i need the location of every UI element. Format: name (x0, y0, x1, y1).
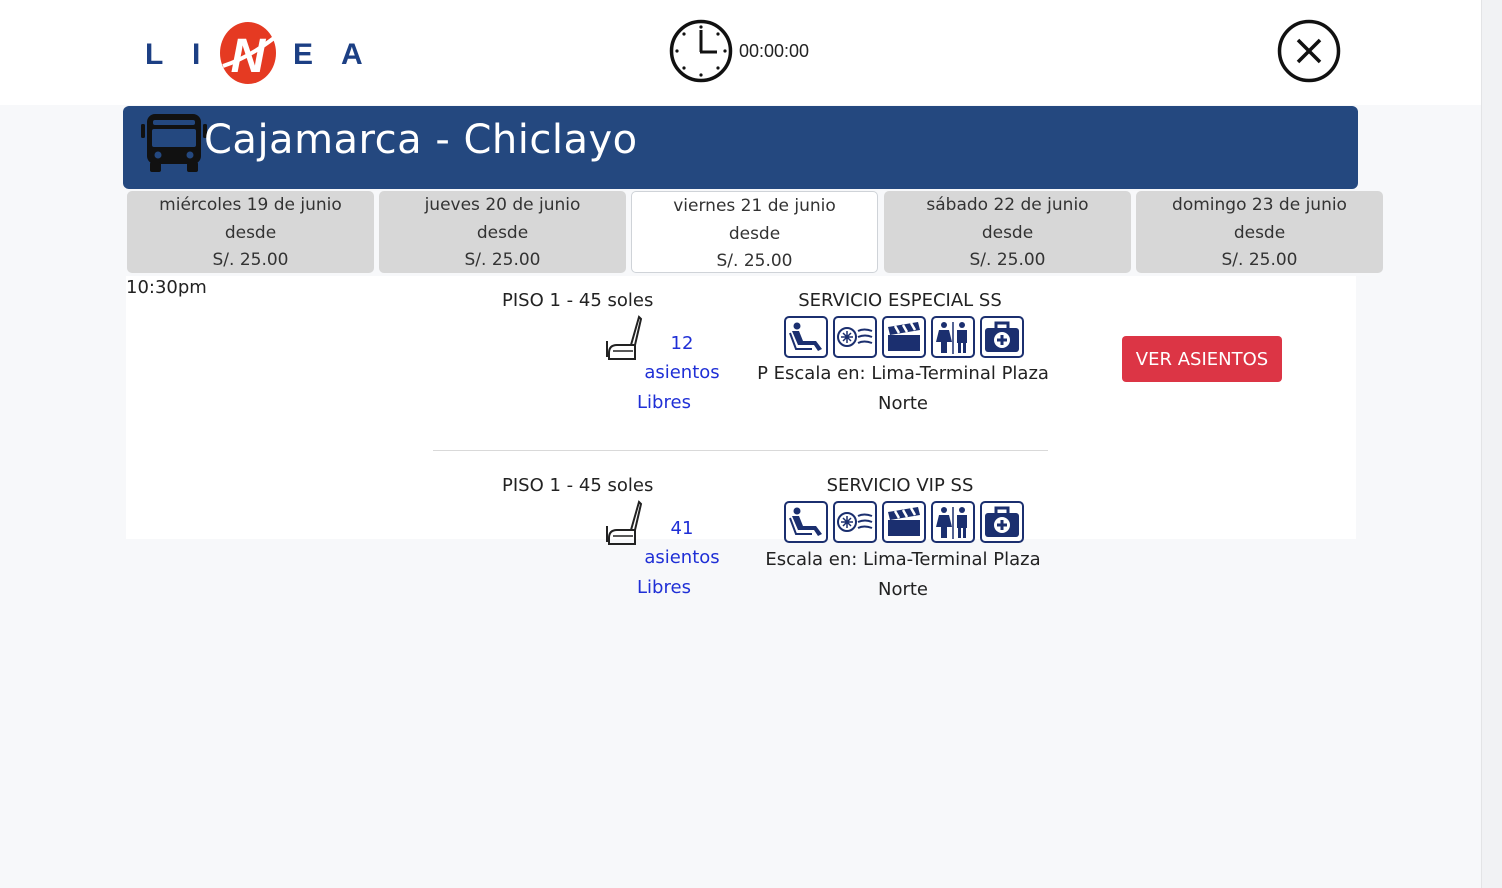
date-tab-day: jueves 20 de junio (424, 195, 581, 215)
seats-free-label: Libres (637, 392, 691, 413)
amenities-list (784, 316, 1024, 358)
date-tab-price: S/. 25.00 (969, 250, 1046, 270)
date-tab-from: desde (1233, 222, 1286, 243)
first-aid-kit-icon (980, 501, 1024, 543)
date-tab-day: sábado 22 de junio (926, 195, 1089, 215)
first-aid-kit-icon (980, 316, 1024, 358)
amenities-list (784, 501, 1024, 543)
reclining-seat-icon (784, 501, 828, 543)
movie-clapperboard-icon (882, 316, 926, 358)
date-tab-sun-23[interactable]: domingo 23 de junio desde S/. 25.00 (1136, 191, 1383, 273)
date-tab-day: domingo 23 de junio (1172, 195, 1347, 215)
seats-word: asientos (644, 547, 720, 568)
svg-text:L: L (145, 38, 163, 71)
service-name: SERVICIO VIP SS (826, 475, 974, 496)
clock-icon (669, 19, 733, 83)
restroom-icon (931, 316, 975, 358)
date-tab-sat-22[interactable]: sábado 22 de junio desde S/. 25.00 (884, 191, 1131, 273)
view-seats-button[interactable]: VER ASIENTOS (1122, 336, 1282, 382)
stopover-line: P Escala en: Lima-Terminal Plaza (757, 363, 1049, 384)
stopover-text: Escala en: Lima-Terminal Plaza Norte (753, 545, 1053, 605)
service-name: SERVICIO ESPECIAL SS (798, 290, 1002, 311)
floor-price-label: PISO 1 - 45 soles (502, 475, 654, 496)
stopover-line: Norte (877, 579, 928, 600)
date-tab-day: viernes 21 de junio (673, 196, 836, 216)
restroom-icon (931, 501, 975, 543)
seats-count: 12 (670, 333, 694, 354)
route-header: Cajamarca - Chiclayo (123, 106, 1358, 189)
linea-logo: L I E A N (145, 22, 363, 84)
divider (433, 450, 1048, 451)
date-tab-from: desde (224, 222, 277, 243)
date-tab-from: desde (981, 222, 1034, 243)
route-title: Cajamarca - Chiclayo (204, 117, 638, 163)
air-conditioning-icon (833, 501, 877, 543)
date-tab-price: S/. 25.00 (212, 250, 289, 270)
seats-count: 41 (670, 518, 694, 539)
stopover-text: P Escala en: Lima-Terminal Plaza Norte (753, 359, 1053, 419)
seats-free-label: Libres (637, 577, 691, 598)
reclining-seat-icon (784, 316, 828, 358)
date-tab-fri-21[interactable]: viernes 21 de junio desde S/. 25.00 (631, 191, 878, 273)
stopover-line: Norte (877, 393, 928, 414)
date-tab-price: S/. 25.00 (716, 251, 793, 271)
timer-value: 00:00:00 (739, 40, 810, 61)
date-tab-from: desde (728, 223, 781, 244)
date-tab-from: desde (476, 222, 529, 243)
departure-card (126, 276, 1356, 539)
scrollbar-track[interactable] (1481, 0, 1502, 888)
stopover-line: Escala en: Lima-Terminal Plaza (765, 549, 1041, 570)
seats-word: asientos (644, 362, 720, 383)
date-tab-price: S/. 25.00 (464, 250, 541, 270)
close-icon[interactable] (1277, 19, 1341, 83)
svg-text:I: I (192, 38, 200, 71)
floor-price-label: PISO 1 - 45 soles (502, 290, 654, 311)
date-tab-day: miércoles 19 de junio (159, 195, 342, 215)
date-tab-wed-19[interactable]: miércoles 19 de junio desde S/. 25.00 (127, 191, 374, 273)
departure-time: 10:30pm (126, 277, 207, 298)
date-tab-thu-20[interactable]: jueves 20 de junio desde S/. 25.00 (379, 191, 626, 273)
movie-clapperboard-icon (882, 501, 926, 543)
date-tab-price: S/. 25.00 (1221, 250, 1298, 270)
bus-icon (141, 114, 207, 172)
svg-text:E: E (293, 38, 313, 71)
session-timer: 00:00:00 (669, 19, 809, 83)
air-conditioning-icon (833, 316, 877, 358)
svg-text:A: A (341, 38, 363, 71)
